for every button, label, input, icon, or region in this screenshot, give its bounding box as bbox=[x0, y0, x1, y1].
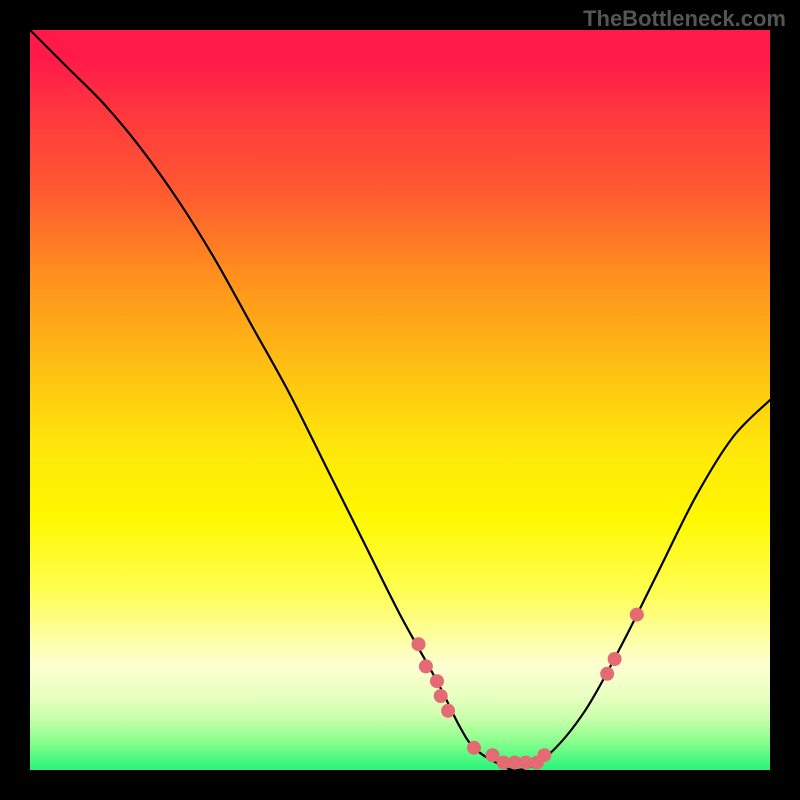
bottleneck-curve bbox=[30, 30, 770, 770]
chart-point bbox=[630, 608, 644, 622]
chart-plot-area bbox=[30, 30, 770, 770]
watermark-text: TheBottleneck.com bbox=[583, 6, 786, 32]
chart-point bbox=[419, 659, 433, 673]
chart-point bbox=[600, 667, 614, 681]
chart-point bbox=[608, 652, 622, 666]
chart-point bbox=[441, 704, 455, 718]
chart-point bbox=[430, 674, 444, 688]
chart-point bbox=[467, 741, 481, 755]
chart-svg bbox=[30, 30, 770, 770]
chart-point bbox=[412, 637, 426, 651]
chart-data-points bbox=[412, 608, 644, 770]
chart-point bbox=[434, 689, 448, 703]
chart-point bbox=[537, 748, 551, 762]
